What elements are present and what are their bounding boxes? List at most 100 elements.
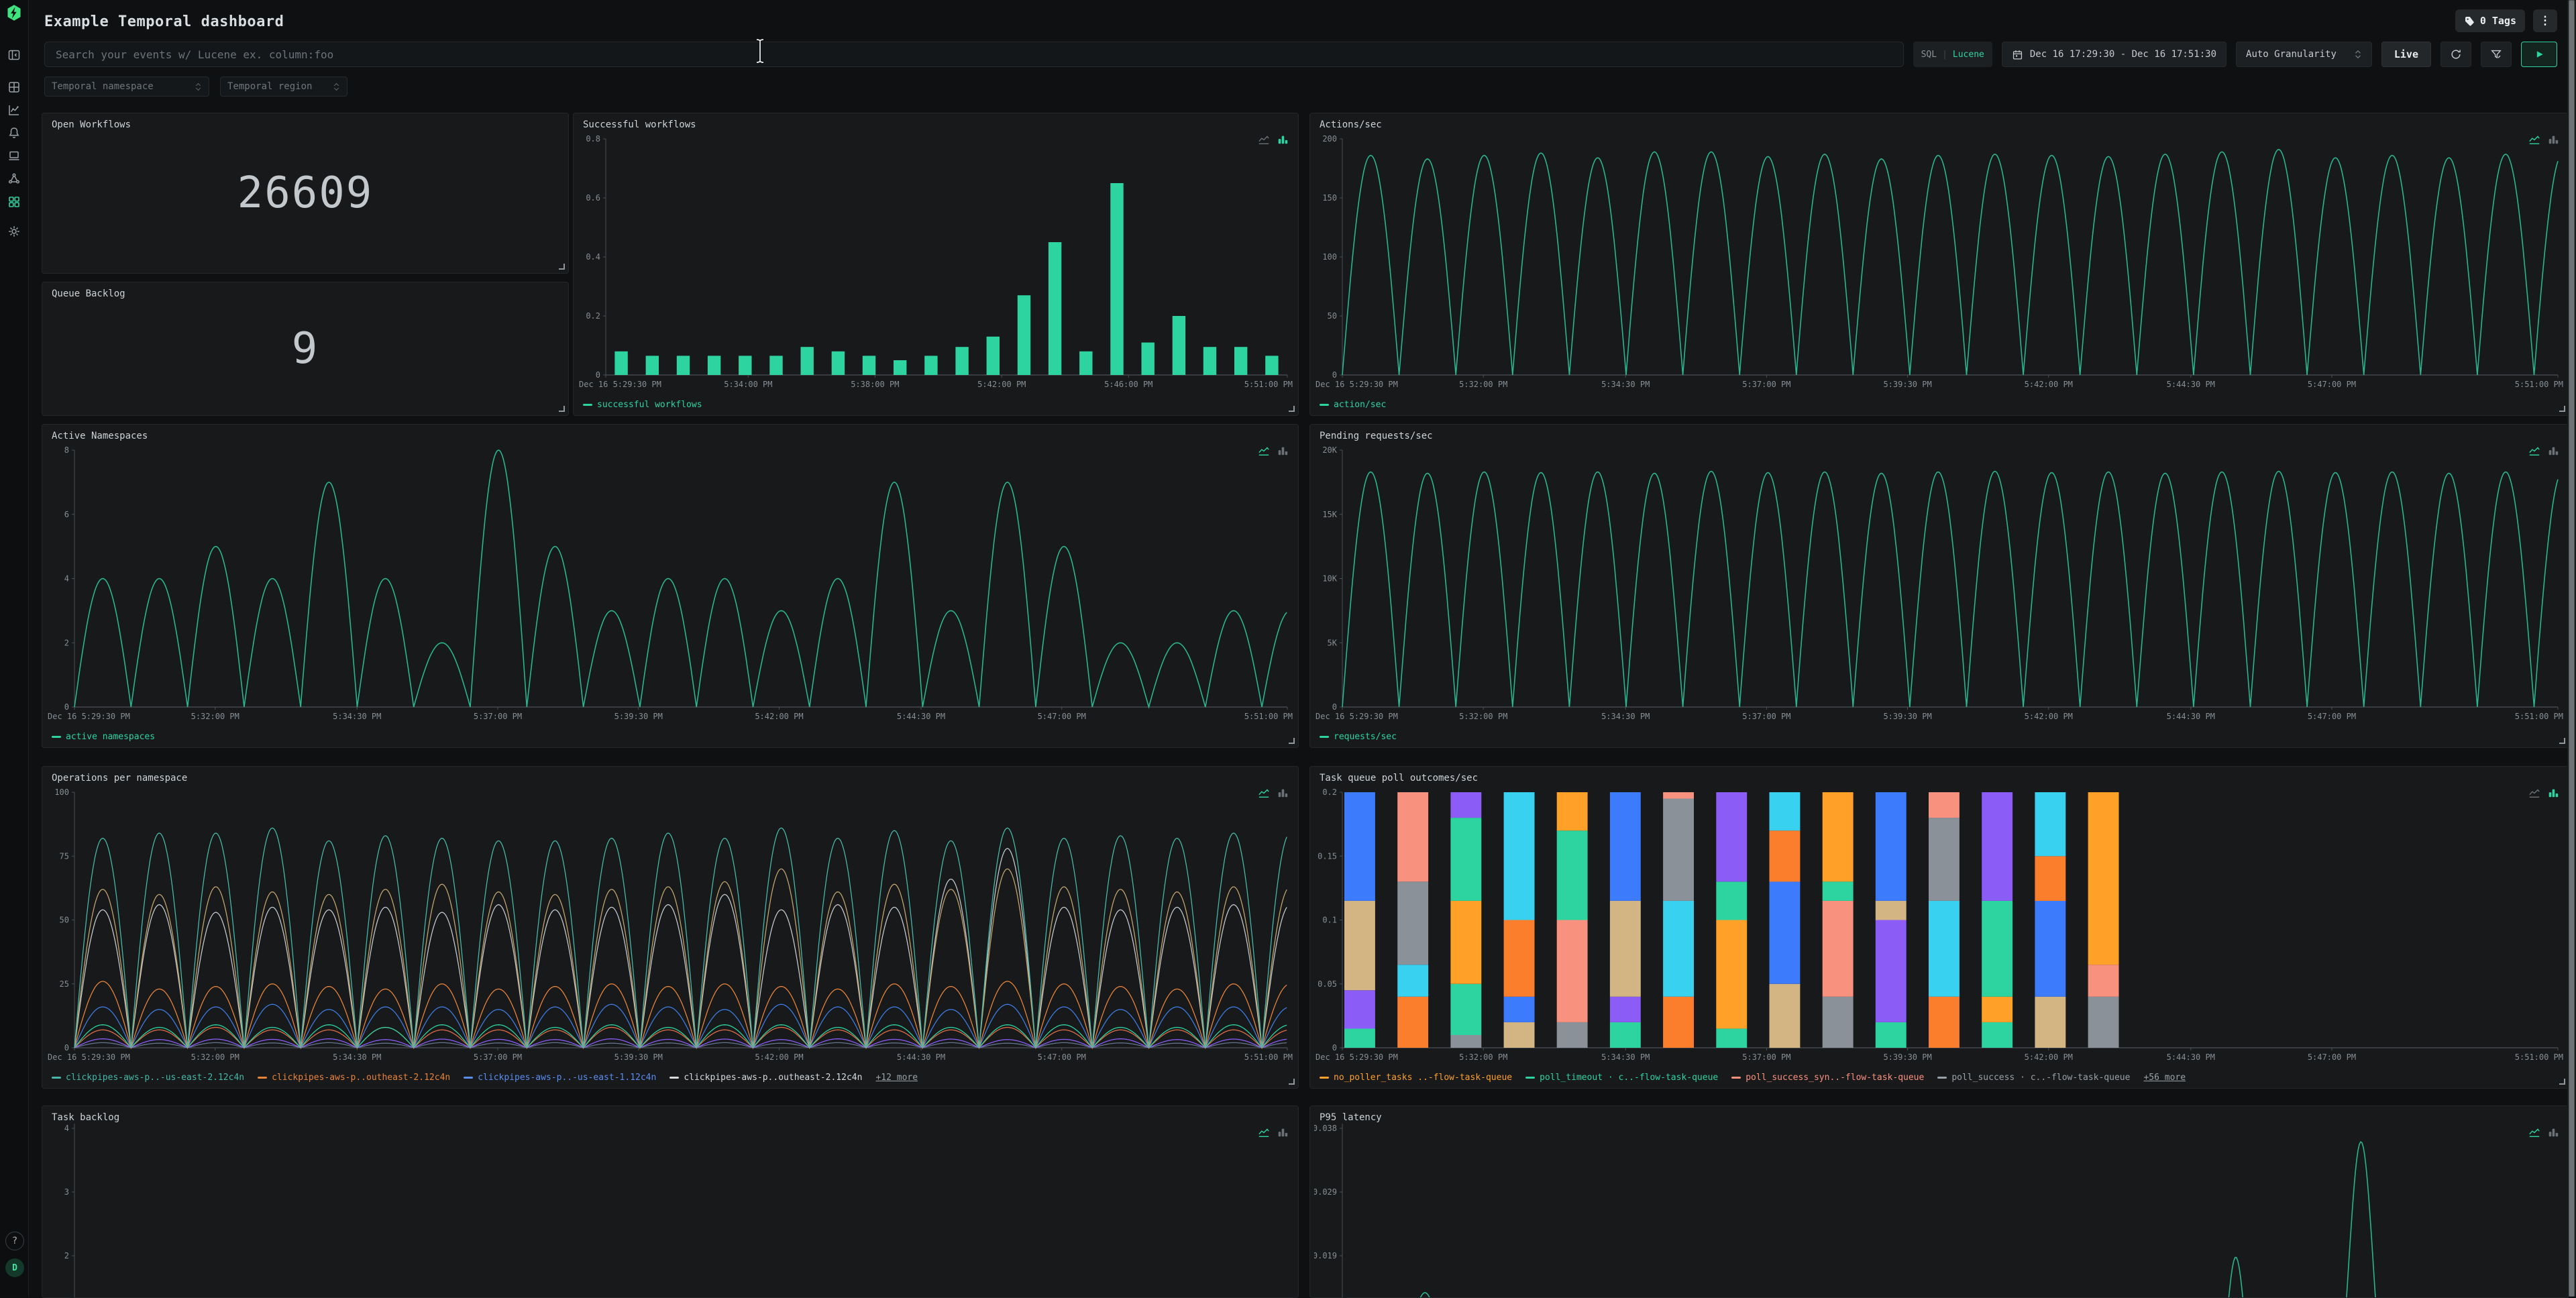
bar-chart-icon[interactable]: [2547, 1126, 2559, 1141]
legend-item[interactable]: clickpipes-aws-p..outheast-2.12c4n: [258, 1073, 450, 1083]
client-sessions-icon[interactable]: [7, 149, 21, 162]
resize-handle[interactable]: [2559, 1079, 2565, 1085]
granularity-select[interactable]: Auto Granularity: [2236, 42, 2372, 67]
pending-requests-chart[interactable]: 05K10K15K20KDec 16 5:29:30 PM5:32:00 PM5…: [1314, 445, 2565, 724]
svg-text:5:44:30 PM: 5:44:30 PM: [2167, 712, 2215, 721]
area-chart-icon[interactable]: [1258, 1126, 1270, 1141]
live-button[interactable]: Live: [2381, 42, 2431, 67]
query-language-toggle[interactable]: SQL | Lucene: [1913, 42, 1992, 67]
actions-sec-chart[interactable]: 050100150200Dec 16 5:29:30 PM5:32:00 PM5…: [1314, 133, 2565, 392]
resize-handle[interactable]: [559, 406, 565, 412]
area-chart-icon[interactable]: [1258, 133, 1270, 148]
kebab-menu-button[interactable]: ⋮: [2533, 9, 2557, 32]
legend-item[interactable]: clickpipes-aws-p..-us-east-1.12c4n: [464, 1073, 656, 1083]
settings-gear-icon[interactable]: [7, 225, 21, 238]
legend-item[interactable]: no_poller_tasks ..-flow-task-queue: [1320, 1073, 1512, 1083]
panel-title: Task backlog: [52, 1112, 119, 1123]
sql-mode[interactable]: SQL: [1921, 50, 1937, 60]
resize-handle[interactable]: [559, 264, 565, 270]
play-icon: [2534, 49, 2544, 60]
chart-explorer-icon[interactable]: [7, 103, 21, 117]
svg-text:5:47:00 PM: 5:47:00 PM: [1038, 1052, 1086, 1062]
svg-text:0: 0: [64, 1043, 69, 1052]
svg-text:5:44:30 PM: 5:44:30 PM: [2167, 1052, 2215, 1062]
lucene-mode[interactable]: Lucene: [1953, 50, 1984, 60]
help-button[interactable]: ?: [5, 1232, 24, 1250]
chart-type-toggle: [2528, 1126, 2559, 1141]
tags-button[interactable]: 0 Tags: [2455, 9, 2525, 32]
svg-text:15K: 15K: [1322, 510, 1337, 519]
svg-text:4: 4: [64, 1124, 69, 1133]
app-logo-icon[interactable]: [5, 4, 23, 21]
bar-chart-icon[interactable]: [1277, 133, 1289, 148]
p95-latency-chart[interactable]: 0.0380.0290.019: [1314, 1124, 2565, 1297]
legend-more-link[interactable]: +12 more: [875, 1073, 918, 1083]
resize-handle[interactable]: [1289, 1079, 1295, 1085]
scrollbar-thumb[interactable]: [2569, 0, 2575, 1297]
svg-text:50: 50: [1328, 311, 1337, 321]
legend-item[interactable]: poll_success · c..-flow-task-queue: [1937, 1073, 2130, 1083]
area-chart-icon[interactable]: [1258, 787, 1270, 802]
legend-item[interactable]: active namespaces: [52, 732, 155, 742]
filter-temporal-namespace[interactable]: Temporal namespace: [44, 76, 209, 97]
legend-item[interactable]: poll_success_syn..-flow-task-queue: [1731, 1073, 1924, 1083]
legend-item[interactable]: poll_timeout · c..-flow-task-queue: [1525, 1073, 1718, 1083]
legend-item[interactable]: clickpipes-aws-p..-us-east-2.12c4n: [52, 1073, 244, 1083]
area-chart-icon[interactable]: [2528, 1126, 2540, 1141]
svg-text:0: 0: [596, 370, 600, 380]
legend-item[interactable]: successful workflows: [583, 400, 702, 410]
chart-legend: no_poller_tasks ..-flow-task-queue poll_t…: [1320, 1073, 2186, 1083]
service-map-icon[interactable]: [7, 172, 21, 185]
bar-chart-icon[interactable]: [2547, 787, 2559, 802]
bar-chart-icon[interactable]: [2547, 445, 2559, 459]
legend-item[interactable]: action/sec: [1320, 400, 1386, 410]
panel-pending-requests: Pending requests/sec 05K10K15K20KDec 16 …: [1309, 424, 2569, 748]
filter-button[interactable]: [2481, 42, 2512, 67]
successful-workflows-chart[interactable]: 00.20.40.60.8Dec 16 5:29:30 PM5:34:00 PM…: [578, 133, 1294, 392]
area-chart-icon[interactable]: [2528, 133, 2540, 148]
area-chart-icon[interactable]: [2528, 787, 2540, 802]
resize-handle[interactable]: [2559, 406, 2565, 412]
legend-more-link[interactable]: +56 more: [2143, 1073, 2186, 1083]
resize-handle[interactable]: [2559, 738, 2565, 744]
active-namespaces-chart[interactable]: 02468Dec 16 5:29:30 PM5:32:00 PM5:34:30 …: [46, 445, 1294, 724]
bar-chart-icon[interactable]: [1277, 1126, 1289, 1141]
panel-task-backlog: Task backlog 432: [42, 1105, 1299, 1298]
dashboards-icon[interactable]: [7, 195, 21, 209]
operations-per-namespace-chart[interactable]: 0255075100Dec 16 5:29:30 PM5:32:00 PM5:3…: [46, 787, 1294, 1065]
bar-chart-icon[interactable]: [1277, 787, 1289, 802]
svg-text:5:37:00 PM: 5:37:00 PM: [474, 712, 522, 721]
svg-text:5:37:00 PM: 5:37:00 PM: [474, 1052, 522, 1062]
panel-title: Pending requests/sec: [1320, 431, 1433, 441]
chart-legend: requests/sec: [1320, 732, 1397, 742]
svg-text:5:34:30 PM: 5:34:30 PM: [1601, 1052, 1650, 1062]
bar-chart-icon[interactable]: [1277, 445, 1289, 459]
svg-text:100: 100: [1322, 252, 1337, 262]
filter-temporal-region[interactable]: Temporal region: [220, 76, 347, 97]
svg-text:5K: 5K: [1328, 638, 1338, 647]
search-icon[interactable]: [7, 80, 21, 94]
bar-chart-icon[interactable]: [2547, 133, 2559, 148]
collapse-sidebar-icon[interactable]: [7, 48, 21, 62]
task-queue-poll-chart[interactable]: 00.050.10.150.2Dec 16 5:29:30 PM5:32:00 …: [1314, 787, 2565, 1065]
svg-text:5:47:00 PM: 5:47:00 PM: [2308, 380, 2356, 389]
svg-text:Dec 16 5:29:30 PM: Dec 16 5:29:30 PM: [1316, 380, 1398, 389]
alerts-bell-icon[interactable]: [7, 126, 21, 140]
svg-text:5:42:00 PM: 5:42:00 PM: [2025, 712, 2073, 721]
svg-text:0.019: 0.019: [1314, 1251, 1337, 1260]
search-input[interactable]: Search your events w/ Lucene ex. column:…: [44, 42, 1904, 67]
area-chart-icon[interactable]: [2528, 445, 2540, 459]
area-chart-icon[interactable]: [1258, 445, 1270, 459]
refresh-button[interactable]: [2440, 42, 2471, 67]
time-range-picker[interactable]: Dec 16 17:29:30 - Dec 16 17:51:30: [2002, 42, 2226, 67]
legend-item[interactable]: requests/sec: [1320, 732, 1397, 742]
panel-title: Actions/sec: [1320, 119, 1382, 130]
task-backlog-chart[interactable]: 432: [46, 1124, 1294, 1297]
avatar[interactable]: D: [5, 1258, 24, 1277]
run-query-button[interactable]: [2521, 42, 2557, 67]
legend-item[interactable]: clickpipes-aws-p..outheast-2.12c4n: [669, 1073, 862, 1083]
resize-handle[interactable]: [1289, 406, 1295, 412]
resize-handle[interactable]: [1289, 738, 1295, 744]
panel-open-workflows: Open Workflows 26609: [42, 113, 569, 274]
panel-task-queue-poll: Task queue poll outcomes/sec 00.050.10.1…: [1309, 766, 2569, 1089]
